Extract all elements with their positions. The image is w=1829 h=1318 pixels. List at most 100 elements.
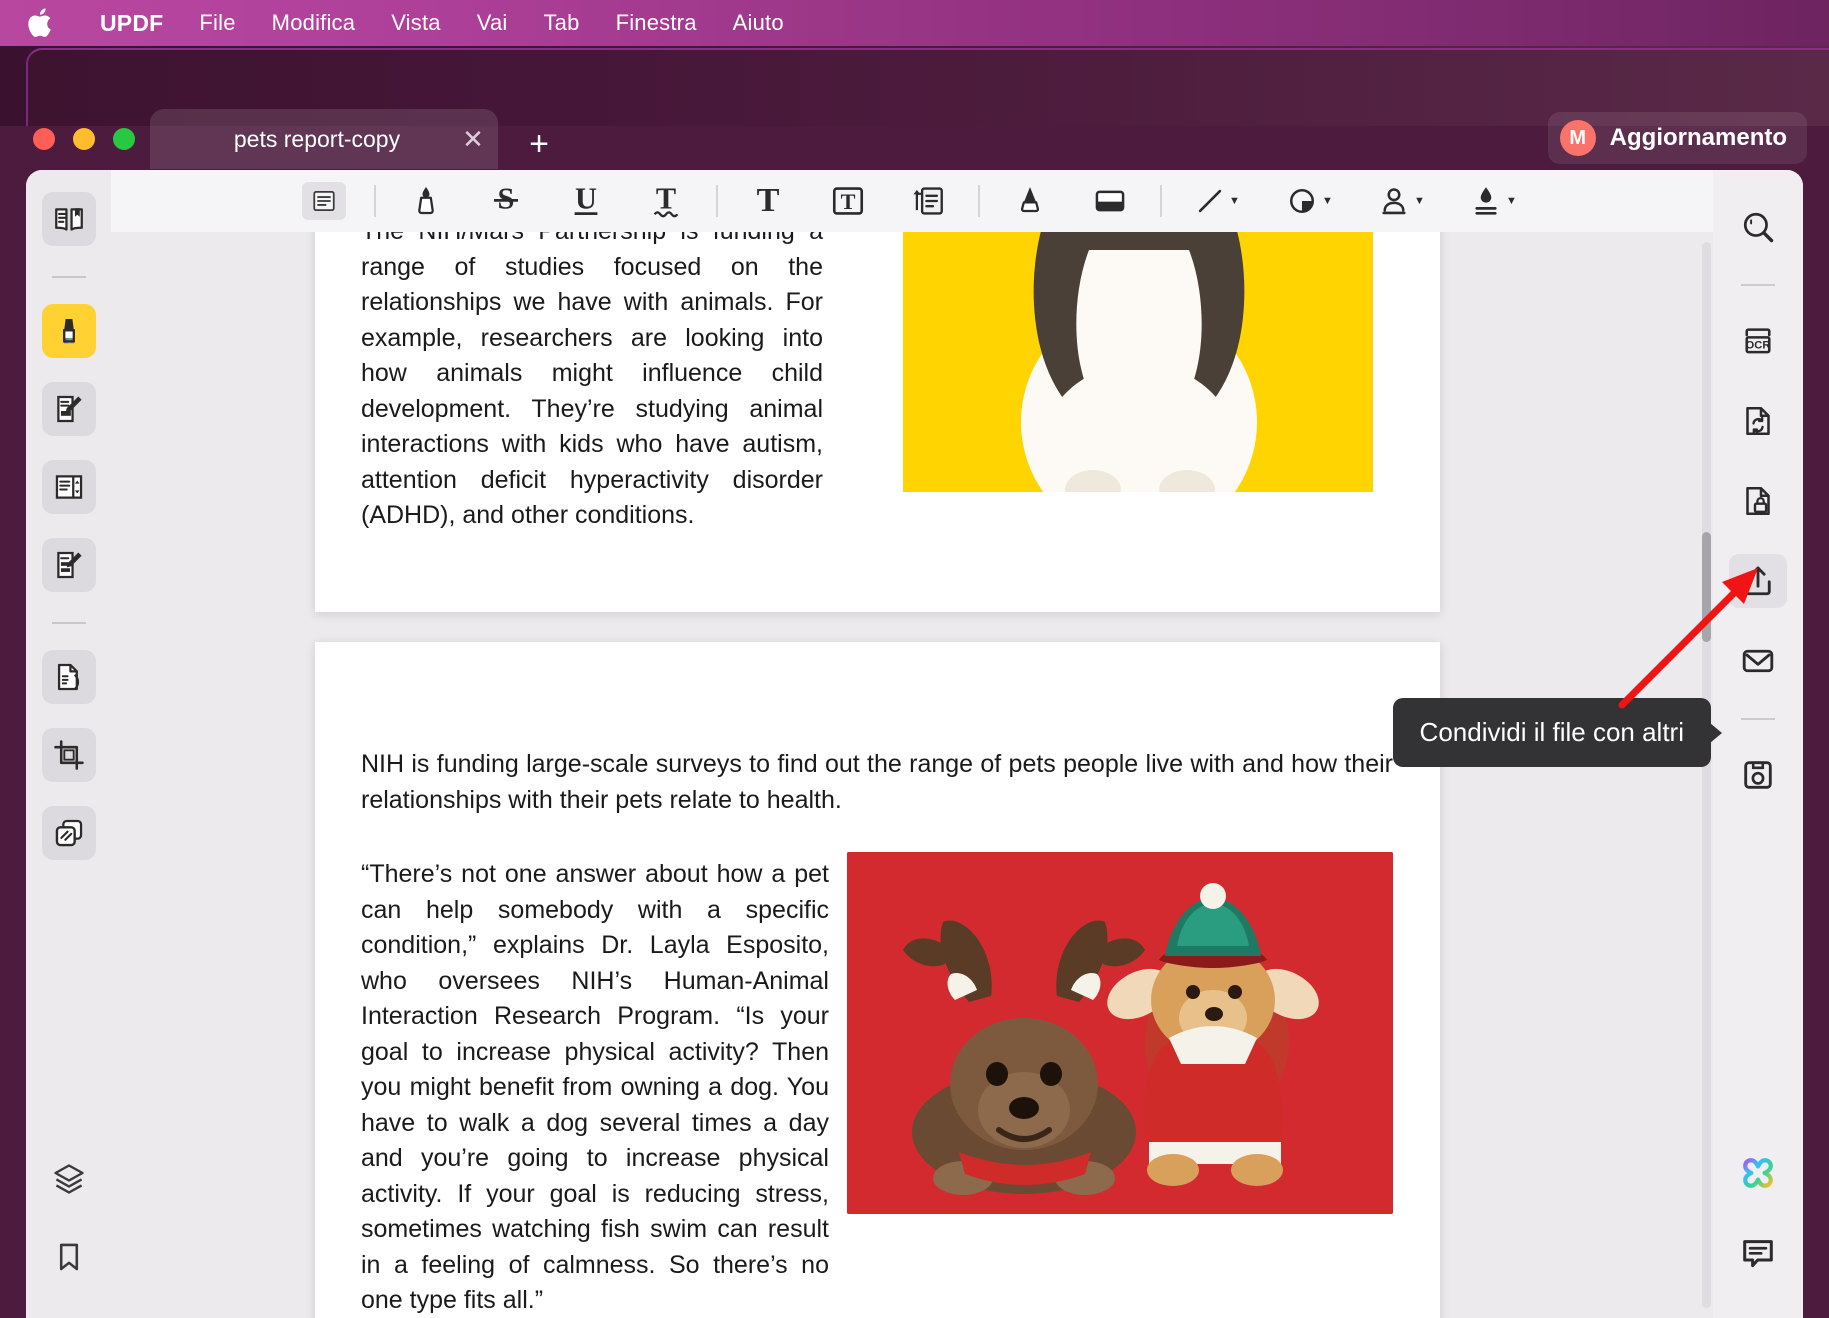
sidebar-item-edit-pdf[interactable] [41, 382, 96, 436]
share-tooltip-label: Condividi il file con altri [1419, 717, 1684, 747]
share-file-icon [1745, 566, 1771, 596]
organize-pages-icon [55, 475, 82, 499]
menu-vista[interactable]: Vista [373, 0, 459, 46]
menu-modifica[interactable]: Modifica [254, 0, 374, 46]
text-box-button[interactable]: T [742, 178, 794, 224]
chevron-down-icon[interactable]: ▼ [1229, 195, 1240, 207]
sidebar-item-crop[interactable] [41, 728, 96, 782]
page1-photo [903, 232, 1373, 492]
annotation-toolbar: S U T T T ▼ ▼ ▼ ▼ [111, 170, 1713, 232]
document-viewer[interactable]: The NIH/Mars Partnership is funding a ra… [111, 232, 1713, 1318]
document-tab[interactable]: pets report-copy ✕ [150, 109, 498, 169]
underline-icon: U [574, 182, 598, 216]
email-icon [1742, 649, 1774, 673]
sticky-note-button[interactable] [302, 182, 346, 220]
macos-menubar: UPDF File Modifica Vista Vai Tab Finestr… [0, 0, 1829, 46]
page2-photo [847, 852, 1393, 1214]
sidebar-separator [51, 276, 86, 278]
highlighter-icon [62, 318, 75, 344]
sidebar-item-batch[interactable] [41, 806, 96, 860]
signature-button[interactable]: ▼ [1462, 178, 1526, 224]
shape-tool-icon [1290, 188, 1315, 214]
apple-logo-icon[interactable] [26, 6, 56, 40]
search-icon [1743, 212, 1774, 243]
text-callout-button[interactable] [902, 178, 954, 224]
eraser-button[interactable] [1084, 178, 1136, 224]
new-tab-icon[interactable]: + [518, 124, 560, 166]
menu-vai[interactable]: Vai [459, 0, 526, 46]
menu-file[interactable]: File [181, 0, 253, 46]
chevron-down-icon[interactable]: ▼ [1506, 195, 1517, 207]
svg-text:T: T [841, 189, 856, 214]
text-box-icon: T [757, 182, 780, 219]
highlight-button[interactable] [400, 178, 452, 224]
strikethrough-button[interactable]: S [480, 178, 532, 224]
pencil-button[interactable] [1004, 178, 1056, 224]
page2-paragraph-1: NIH is funding large-scale surveys to fi… [361, 750, 1393, 814]
menu-tab[interactable]: Tab [525, 0, 597, 46]
sidebar-item-convert[interactable] [41, 650, 96, 704]
pencil-icon [1020, 187, 1040, 213]
batch-process-icon [55, 819, 82, 847]
stamp-button[interactable]: ▼ [1370, 178, 1434, 224]
protect-document-button[interactable] [1729, 474, 1787, 528]
ai-assistant-button[interactable] [1729, 1146, 1787, 1200]
toolbar-separator-3 [978, 185, 980, 217]
strikethrough-icon: S [493, 182, 519, 216]
svg-text:U: U [575, 182, 597, 216]
maximize-window-button[interactable] [113, 128, 135, 150]
layers-icon [53, 1164, 84, 1194]
ocr-button[interactable]: OCR [1729, 314, 1787, 368]
menu-aiuto[interactable]: Aiuto [715, 0, 802, 46]
svg-text:T: T [757, 182, 780, 219]
toolbar-separator-1 [374, 185, 376, 217]
email-button[interactable] [1729, 634, 1787, 688]
shape-tool-button[interactable]: ▼ [1278, 178, 1342, 224]
sidebar-item-bookmark[interactable] [42, 1230, 96, 1284]
line-shape-button[interactable]: ▼ [1186, 178, 1250, 224]
menu-finestra[interactable]: Finestra [598, 0, 715, 46]
app-root: UPDF File Modifica Vista Vai Tab Finestr… [0, 0, 1829, 1318]
app-window: pets report-copy ✕ + M Aggiornamento S U… [0, 46, 1829, 1318]
share-file-button[interactable] [1729, 554, 1787, 608]
ocr-icon: OCR [1745, 328, 1771, 354]
save-as-button[interactable] [1729, 748, 1787, 802]
search-button[interactable] [1729, 200, 1787, 254]
bookmark-icon [59, 1243, 78, 1271]
sidebar-item-annotate-form[interactable] [41, 538, 96, 592]
sidebar-item-organize-pages[interactable] [41, 460, 96, 514]
text-field-icon: T [832, 187, 864, 215]
sidebar-item-highlighter[interactable] [41, 304, 96, 358]
pdf-page-1: The NIH/Mars Partnership is funding a ra… [315, 232, 1440, 612]
minimize-window-button[interactable] [73, 128, 95, 150]
underline-button[interactable]: U [560, 178, 612, 224]
two-dogs-in-christmas-costumes-on-red-background-photo [847, 852, 1393, 1214]
crop-page-icon [53, 740, 84, 770]
sidebar-item-layers[interactable] [42, 1152, 96, 1206]
scrollbar-thumb[interactable] [1702, 532, 1711, 642]
sidebar-separator-2 [51, 622, 86, 624]
close-tab-icon[interactable]: ✕ [448, 126, 498, 152]
update-button[interactable]: M Aggiornamento [1547, 112, 1807, 164]
ai-assistant-icon [1743, 1158, 1773, 1188]
edit-pdf-icon [56, 395, 82, 423]
convert-page-icon [57, 663, 79, 691]
window-controls [33, 128, 135, 150]
menu-updf[interactable]: UPDF [82, 0, 181, 46]
dog-on-yellow-background-photo [903, 232, 1373, 492]
sidebar-item-reader[interactable] [41, 192, 96, 246]
document-scrollbar[interactable] [1702, 242, 1711, 1308]
right-sidebar-separator-1 [1741, 284, 1775, 286]
squiggly-underline-button[interactable]: T [640, 178, 692, 224]
document-tab-label: pets report-copy [233, 125, 401, 152]
chevron-down-icon[interactable]: ▼ [1414, 195, 1425, 207]
comment-button[interactable] [1729, 1226, 1787, 1280]
comment-icon [1743, 1240, 1773, 1268]
svg-text:S: S [498, 182, 515, 216]
text-field-button[interactable]: T [822, 178, 874, 224]
chevron-down-icon[interactable]: ▼ [1322, 195, 1333, 207]
protect-document-icon [1746, 486, 1770, 516]
read-mode-icon [54, 208, 83, 231]
convert-pdf-button[interactable] [1729, 394, 1787, 448]
close-window-button[interactable] [33, 128, 55, 150]
